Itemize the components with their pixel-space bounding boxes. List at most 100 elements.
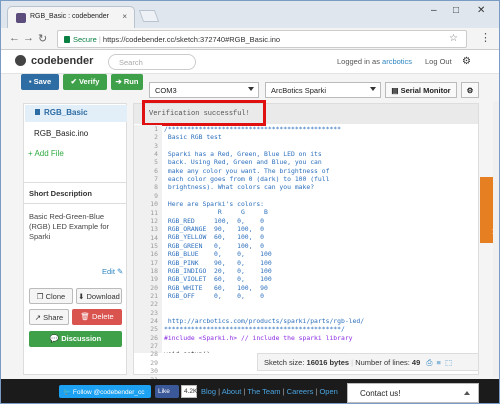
download-icon: ⬇ — [78, 292, 87, 301]
footer-link-careers[interactable]: Careers — [287, 387, 314, 396]
delete-button[interactable]: 🗑 Delete — [72, 309, 122, 325]
twitter-follow-button[interactable]: 🐦 Follow @codebender_cc — [59, 385, 151, 398]
download-button[interactable]: ⬇ Download — [76, 288, 122, 304]
line-number: 8 — [154, 183, 158, 192]
minimize-icon[interactable]: – — [431, 5, 437, 16]
code-line: RGB_YELLOW 60, 100, 0 — [164, 233, 265, 242]
url-field[interactable]: Secure | https://codebender.cc/sketch:37… — [57, 30, 467, 48]
sketch-size-label: Sketch size: — [264, 358, 305, 367]
new-tab-button[interactable] — [138, 10, 160, 22]
line-number: 27 — [150, 342, 158, 351]
sketch-status-bar: Sketch size: 16016 bytes | Number of lin… — [257, 353, 479, 371]
code-line: Sparki has a Red, Green, Blue LED on its — [164, 150, 322, 159]
line-number: 17 — [150, 258, 158, 267]
bookmark-star-icon[interactable]: ☆ — [449, 33, 458, 44]
codebender-favicon-icon — [16, 13, 26, 23]
code-line: each color goes from 0 (dark) to 100 (fu… — [164, 175, 330, 184]
share-button[interactable]: ↗ Share — [29, 309, 69, 325]
logo-text: codebender — [31, 55, 94, 67]
twitter-bird-icon: 🐦 — [63, 389, 73, 396]
line-number: 22 — [150, 300, 158, 309]
chevron-down-icon — [370, 87, 376, 91]
board-value: ArcBotics Sparki — [271, 86, 327, 95]
code-line: ****************************************… — [164, 325, 345, 334]
line-number: 9 — [154, 191, 158, 200]
footer-link-team[interactable]: The Team — [247, 387, 280, 396]
options-gear-button[interactable]: ⚙ — [461, 82, 479, 98]
line-number: 13 — [150, 225, 158, 234]
port-select[interactable]: COM3 — [149, 82, 259, 98]
list-icon[interactable]: ≡ — [436, 358, 440, 367]
username-link[interactable]: arcbotics — [382, 57, 412, 66]
contact-us-widget[interactable]: Contact us! — [347, 383, 479, 403]
file-item[interactable]: RGB_Basic.ino — [34, 129, 88, 138]
line-number: 1 — [154, 125, 158, 133]
footer-link-open[interactable]: Open — [319, 387, 337, 396]
secure-label: Secure — [73, 35, 97, 44]
sketch-name-header[interactable]: RGB_Basic — [25, 105, 127, 122]
clone-button[interactable]: ❐ Clone — [29, 288, 73, 304]
line-number: 3 — [154, 141, 158, 150]
forward-icon[interactable]: → — [23, 32, 34, 44]
browser-menu-icon[interactable]: ⋮ — [480, 31, 491, 44]
add-file-link[interactable]: + Add File — [28, 149, 64, 158]
lock-icon — [64, 36, 70, 43]
tab-title: RGB_Basic : codebender — [30, 13, 109, 20]
save-button[interactable]: ▪ Save — [21, 74, 59, 90]
code-editor[interactable]: /***************************************… — [164, 125, 474, 353]
clone-label: Clone — [45, 292, 66, 301]
tab-close-icon[interactable]: × — [122, 12, 127, 21]
footer-link-blog[interactable]: Blog — [201, 387, 216, 396]
delete-label: Delete — [91, 312, 114, 321]
chevron-up-icon — [464, 391, 470, 395]
print-icon[interactable]: ⎙ — [426, 358, 432, 367]
verify-button[interactable]: ✔ Verify — [63, 74, 107, 90]
code-line: RGB_WHITE 60, 100, 90 — [164, 283, 268, 292]
code-line: RGB_OFF 0, 0, 0 — [164, 291, 265, 300]
close-window-icon[interactable]: ✕ — [477, 5, 485, 16]
page-scrollbar[interactable] — [493, 101, 499, 377]
address-bar: ← → ↻ Secure | https://codebender.cc/ske… — [1, 28, 499, 50]
trash-icon: 🗑 — [80, 312, 92, 321]
line-number-gutter: 1 2 3 4 5 6 7 8 9 10 11 12 13 14 15 16 17 18 19 20 21 22 23 24 2… — [134, 125, 162, 392]
serial-monitor-button[interactable]: ▤ Serial Monitor — [385, 82, 457, 98]
line-number: 11 — [150, 208, 158, 217]
reload-icon[interactable]: ↻ — [38, 32, 47, 45]
codebender-logo-icon — [15, 55, 26, 66]
footer-link-about[interactable]: About — [222, 387, 242, 396]
code-line: RGB_PINK 90, 0, 100 — [164, 258, 272, 267]
line-number: 16 — [150, 250, 158, 259]
verify-label: Verify — [78, 77, 100, 86]
url-text: https://codebender.cc/sketch:372740#RGB_… — [102, 35, 281, 44]
line-number: 21 — [150, 292, 158, 300]
discussion-button[interactable]: 💬 Discussion — [29, 331, 122, 347]
title-bar: RGB_Basic : codebender × – □ ✕ — [1, 1, 499, 28]
logout-link[interactable]: Log Out — [425, 57, 452, 66]
edit-label: Edit — [102, 267, 115, 276]
browser-tab[interactable]: RGB_Basic : codebender × — [7, 6, 135, 28]
code-line: brightness). What colors can you make? — [164, 183, 315, 192]
search-input[interactable]: Search — [108, 54, 196, 70]
edit-description-link[interactable]: Edit ✎ — [102, 267, 123, 276]
fullscreen-icon[interactable]: ⬚ — [445, 358, 452, 367]
board-select[interactable]: ArcBotics Sparki — [265, 82, 381, 98]
short-description-title: Short Description — [24, 182, 126, 204]
code-line: Basic RGB test — [164, 133, 222, 142]
settings-icon[interactable]: ⚙ — [462, 56, 471, 67]
code-line: #include <Sparki.h> // include the spark… — [164, 333, 353, 342]
codebender-logo[interactable]: codebender — [15, 55, 93, 67]
code-line: Here are Sparki's colors: — [164, 200, 265, 209]
back-icon[interactable]: ← — [9, 32, 20, 44]
share-label: Share — [43, 313, 64, 322]
facebook-like-button[interactable]: Like — [155, 385, 179, 398]
line-number: 19 — [150, 275, 158, 284]
code-line: /***************************************… — [164, 125, 341, 133]
code-line: RGB_BLUE 0, 0, 100 — [164, 250, 272, 259]
sketch-name: RGB_Basic — [44, 108, 88, 117]
maximize-icon[interactable]: □ — [453, 5, 459, 16]
line-number: 23 — [150, 308, 158, 317]
lines-label: Number of lines: — [355, 358, 410, 367]
run-button[interactable]: ➔ Run — [111, 74, 143, 90]
